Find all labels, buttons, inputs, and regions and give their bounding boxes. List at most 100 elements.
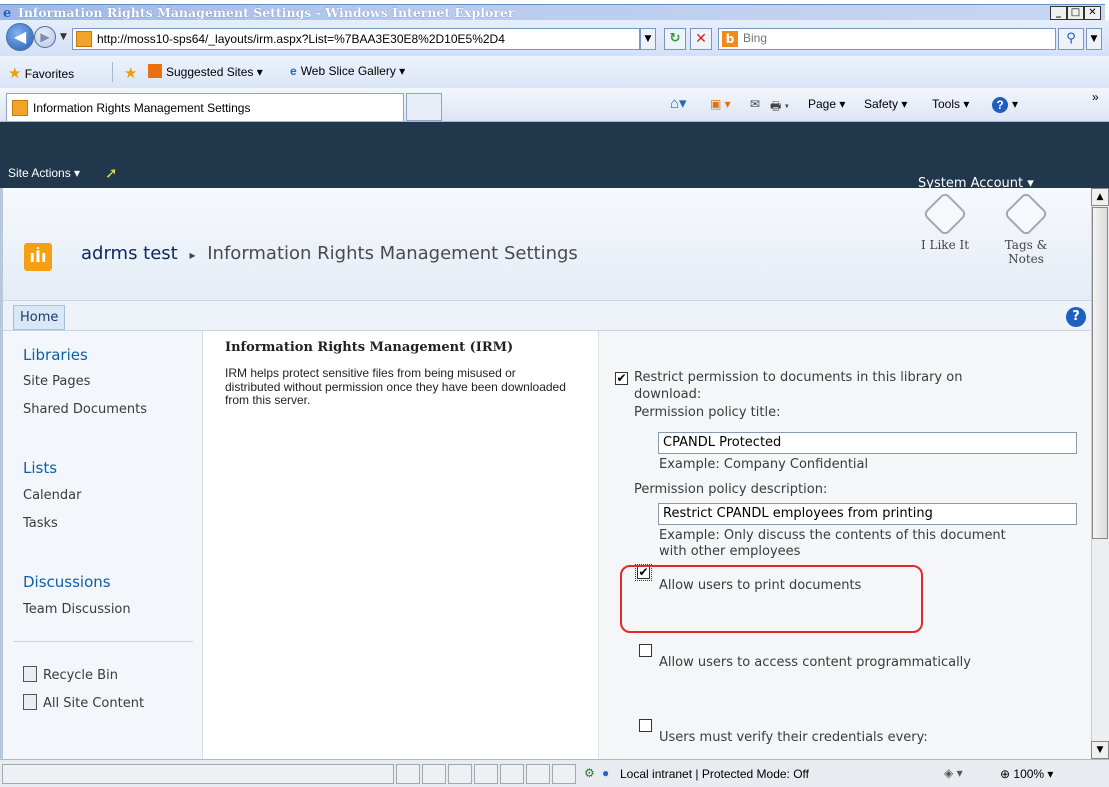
policy-description-input[interactable]: Restrict CPANDL employees from printing — [658, 503, 1077, 525]
status-cell — [552, 764, 576, 784]
status-cell — [422, 764, 446, 784]
suggested-sites-link[interactable]: Suggested Sites ▾ — [148, 64, 263, 79]
mail-icon[interactable]: ✉ — [750, 97, 760, 111]
web-slice-gallery-link[interactable]: e Web Slice Gallery ▾ — [290, 64, 405, 78]
navigate-up-icon[interactable]: ➚ — [105, 164, 118, 182]
page-menu[interactable]: Page ▾ — [808, 97, 845, 111]
site-actions-menu[interactable]: Site Actions ▾ — [8, 166, 80, 180]
command-bar: Information Rights Management Settings ⌂… — [0, 88, 1109, 122]
stop-button[interactable]: ✕ — [690, 28, 712, 50]
recent-pages-dropdown-icon[interactable]: ▼ — [60, 32, 67, 42]
back-button[interactable]: ◀ — [6, 23, 34, 51]
add-favorite-icon: ★ — [124, 65, 138, 82]
status-cell — [474, 764, 498, 784]
address-field[interactable]: http://moss10-sps64/_layouts/irm.aspx?Li… — [72, 28, 640, 50]
i-like-it-button[interactable]: I Like It — [915, 191, 975, 252]
close-window-button[interactable]: ✕ — [1084, 6, 1101, 20]
nav-link-shared-documents[interactable]: Shared Documents — [23, 402, 147, 417]
restrict-permission-label-line2: download: — [634, 387, 702, 402]
scroll-down-button[interactable]: ▼ — [1091, 741, 1109, 759]
refresh-button[interactable]: ↻ — [664, 28, 686, 50]
tools-menu[interactable]: Tools ▾ — [932, 97, 969, 111]
policy-title-example: Example: Company Confidential — [659, 457, 869, 472]
status-cell — [448, 764, 472, 784]
verify-credentials-checkbox[interactable] — [639, 719, 652, 732]
breadcrumb-site-link[interactable]: adrms test — [81, 243, 178, 264]
favorites-button[interactable]: ★ Favorites — [8, 64, 74, 82]
favorites-separator — [112, 62, 113, 82]
forward-button[interactable]: ▶ — [34, 26, 56, 48]
protected-mode-icon[interactable]: ⚙ — [584, 766, 595, 780]
policy-description-label: Permission policy description: — [634, 482, 828, 497]
window-titlebar: e Information Rights Management Settings… — [0, 0, 1109, 21]
all-site-content-icon — [23, 694, 37, 710]
tab-favicon-icon — [12, 100, 28, 116]
status-cell — [500, 764, 524, 784]
page-content: ıİı adrms test ▸ Information Rights Mana… — [0, 188, 1091, 759]
titlebar-inner: e Information Rights Management Settings… — [0, 4, 1105, 21]
breadcrumb: adrms test ▸ Information Rights Manageme… — [81, 243, 578, 264]
nav-heading-lists[interactable]: Lists — [23, 459, 57, 477]
zoom-level-button[interactable]: ⊕ 100% ▾ — [1000, 767, 1053, 781]
home-icon[interactable]: ⌂▾ — [670, 94, 687, 112]
search-field[interactable]: b — [718, 28, 1056, 50]
tags-notes-icon — [1003, 191, 1049, 237]
tab-home[interactable]: Home — [13, 305, 66, 330]
address-url[interactable]: http://moss10-sps64/_layouts/irm.aspx?Li… — [97, 32, 617, 46]
policy-title-input[interactable]: CPANDL Protected — [658, 432, 1077, 454]
local-intranet-icon: ● — [602, 766, 610, 780]
internet-explorer-icon: e — [3, 6, 12, 21]
allow-programmatic-access-checkbox[interactable] — [639, 644, 652, 657]
feeds-icon[interactable]: ▣ ▾ — [710, 97, 731, 111]
top-navigation — [3, 301, 1091, 331]
print-icon[interactable]: 🖶 ▾ — [770, 97, 789, 118]
recycle-bin-icon — [23, 666, 37, 682]
page-title: Information Rights Management Settings — [207, 243, 578, 264]
policy-title-label: Permission policy title: — [634, 405, 781, 420]
policy-description-example-line2: with other employees — [659, 544, 801, 559]
search-input[interactable] — [743, 31, 1043, 45]
add-to-favorites-bar-button[interactable]: ★ — [124, 64, 137, 82]
nav-link-site-pages[interactable]: Site Pages — [23, 374, 90, 389]
recycle-bin-link[interactable]: Recycle Bin — [23, 666, 118, 683]
browser-tab-active[interactable]: Information Rights Management Settings — [6, 93, 404, 121]
safety-menu[interactable]: Safety ▾ — [864, 97, 907, 111]
security-zone-text[interactable]: Local intranet | Protected Mode: Off — [620, 767, 809, 781]
popup-blocker-icon[interactable]: ◈ ▾ — [944, 766, 963, 780]
maximize-button[interactable]: □ — [1067, 6, 1084, 20]
status-bar: ⚙ ● Local intranet | Protected Mode: Off… — [0, 759, 1109, 787]
nav-link-calendar[interactable]: Calendar — [23, 488, 81, 503]
help-menu-icon[interactable]: ? — [992, 97, 1008, 113]
restrict-permission-checkbox[interactable]: ✔ — [615, 372, 628, 385]
address-dropdown-button[interactable]: ▼ — [640, 28, 656, 50]
nav-link-tasks[interactable]: Tasks — [23, 516, 58, 531]
all-site-content-link[interactable]: All Site Content — [23, 694, 144, 711]
suggested-sites-icon — [148, 64, 162, 78]
nav-divider — [13, 641, 193, 642]
help-icon[interactable]: ? — [1066, 307, 1086, 327]
scroll-up-button[interactable]: ▲ — [1091, 188, 1109, 206]
i-like-it-icon — [922, 191, 968, 237]
new-tab-button[interactable] — [406, 93, 442, 121]
nav-heading-libraries[interactable]: Libraries — [23, 346, 88, 364]
site-logo-icon[interactable]: ıİı — [24, 243, 52, 271]
favorites-star-icon: ★ — [8, 65, 22, 82]
window-title: Information Rights Management Settings -… — [18, 5, 515, 20]
status-cell — [396, 764, 420, 784]
allow-programmatic-access-label: Allow users to access content programmat… — [659, 655, 971, 670]
breadcrumb-separator-icon: ▸ — [189, 248, 196, 262]
tab-label: Information Rights Management Settings — [33, 101, 251, 115]
toolbar-overflow-button[interactable]: » — [1092, 90, 1099, 104]
title-area: ıİı adrms test ▸ Information Rights Mana… — [3, 188, 1091, 301]
sharepoint-favicon-icon — [76, 31, 92, 47]
scrollbar-thumb[interactable] — [1092, 207, 1108, 539]
tags-notes-button[interactable]: Tags & Notes — [996, 191, 1056, 266]
nav-heading-discussions[interactable]: Discussions — [23, 573, 111, 591]
verify-credentials-label: Users must verify their credentials ever… — [659, 730, 928, 745]
nav-link-team-discussion[interactable]: Team Discussion — [23, 602, 131, 617]
policy-description-example-line1: Example: Only discuss the contents of th… — [659, 528, 1006, 543]
search-button[interactable]: ⚲ — [1058, 28, 1084, 50]
help-dropdown-icon[interactable]: ▾ — [1012, 97, 1018, 111]
minimize-button[interactable]: _ — [1050, 6, 1067, 20]
search-options-button[interactable]: ▼ — [1086, 28, 1102, 50]
